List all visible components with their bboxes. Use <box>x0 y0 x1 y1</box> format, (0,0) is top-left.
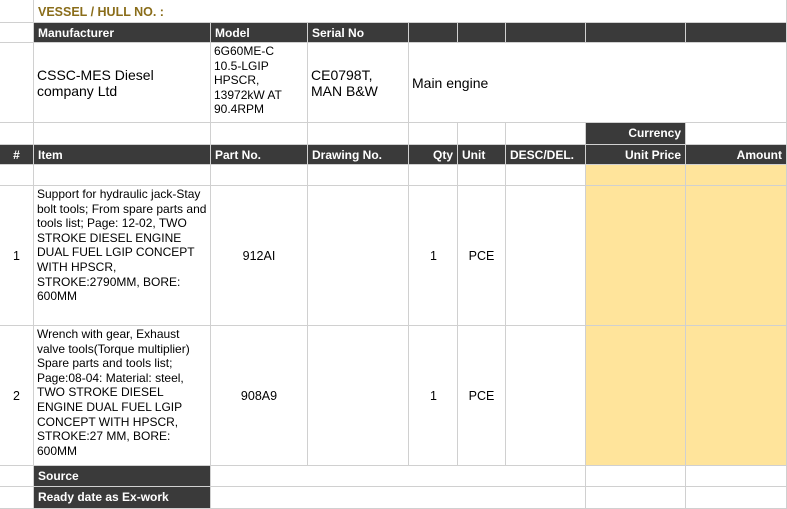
header-part-no[interactable]: Part No. <box>211 145 308 165</box>
cell-blank[interactable] <box>0 23 34 43</box>
row2-part-no[interactable]: 908A9 <box>211 326 308 466</box>
header-unit-price[interactable]: Unit Price <box>586 145 686 165</box>
row1-number[interactable]: 1 <box>0 186 34 326</box>
engine-manufacturer[interactable]: CSSC-MES Diesel company Ltd <box>34 43 211 123</box>
cell-blank[interactable] <box>34 123 211 145</box>
cell-blank[interactable] <box>0 466 34 487</box>
cell-blank[interactable] <box>0 165 34 186</box>
currency-label[interactable]: Currency <box>586 123 686 145</box>
engine-serial[interactable]: CE0798T, MAN B&W <box>308 43 409 123</box>
unit-price-cell[interactable] <box>586 165 686 186</box>
cell-blank[interactable] <box>211 165 308 186</box>
source-value[interactable] <box>211 466 586 487</box>
header-manufacturer[interactable]: Manufacturer <box>34 23 211 43</box>
cell-blank[interactable] <box>409 123 458 145</box>
header-unit[interactable]: Unit <box>458 145 506 165</box>
spreadsheet-grid: VESSEL / HULL NO. : Manufacturer Model S… <box>0 0 787 509</box>
header-blank[interactable] <box>409 23 458 43</box>
row2-unit-price[interactable] <box>586 326 686 466</box>
cell-blank[interactable] <box>586 487 686 509</box>
header-amount[interactable]: Amount <box>686 145 787 165</box>
row2-item[interactable]: Wrench with gear, Exhaust valve tools(To… <box>34 326 211 466</box>
ready-date-label[interactable]: Ready date as Ex-work <box>34 487 211 509</box>
cell-blank[interactable] <box>458 123 506 145</box>
cell-blank[interactable] <box>409 165 458 186</box>
cell-blank[interactable] <box>586 466 686 487</box>
header-model[interactable]: Model <box>211 23 308 43</box>
row2-number[interactable]: 2 <box>0 326 34 466</box>
header-serial[interactable]: Serial No <box>308 23 409 43</box>
row2-amount[interactable] <box>686 326 787 466</box>
amount-cell[interactable] <box>686 165 787 186</box>
header-blank[interactable] <box>506 23 586 43</box>
cell-blank[interactable] <box>506 165 586 186</box>
row2-qty[interactable]: 1 <box>409 326 458 466</box>
row1-desc-del[interactable] <box>506 186 586 326</box>
cell-blank[interactable] <box>0 43 34 123</box>
cell-blank[interactable] <box>0 123 34 145</box>
currency-value[interactable] <box>686 123 787 145</box>
header-drawing-no[interactable]: Drawing No. <box>308 145 409 165</box>
cell-blank[interactable] <box>34 165 211 186</box>
header-desc-del[interactable]: DESC/DEL. <box>506 145 586 165</box>
row2-unit[interactable]: PCE <box>458 326 506 466</box>
header-blank[interactable] <box>586 23 686 43</box>
engine-model[interactable]: 6G60ME-C 10.5-LGIP HPSCR, 13972kW AT 90.… <box>211 43 308 123</box>
row1-unit-price[interactable] <box>586 186 686 326</box>
header-number[interactable]: # <box>0 145 34 165</box>
row1-amount[interactable] <box>686 186 787 326</box>
header-blank[interactable] <box>686 23 787 43</box>
cell-blank[interactable] <box>308 165 409 186</box>
cell-blank[interactable] <box>0 0 34 23</box>
row1-qty[interactable]: 1 <box>409 186 458 326</box>
row1-item[interactable]: Support for hydraulic jack-Stay bolt too… <box>34 186 211 326</box>
row1-part-no[interactable]: 912AI <box>211 186 308 326</box>
header-qty[interactable]: Qty <box>409 145 458 165</box>
row1-drawing-no[interactable] <box>308 186 409 326</box>
header-item[interactable]: Item <box>34 145 211 165</box>
engine-type[interactable]: Main engine <box>409 43 787 123</box>
cell-blank[interactable] <box>686 487 787 509</box>
cell-blank[interactable] <box>211 123 308 145</box>
row2-desc-del[interactable] <box>506 326 586 466</box>
source-label[interactable]: Source <box>34 466 211 487</box>
ready-date-value[interactable] <box>211 487 586 509</box>
vessel-hull-label[interactable]: VESSEL / HULL NO. : <box>34 0 787 23</box>
cell-blank[interactable] <box>458 165 506 186</box>
cell-blank[interactable] <box>308 123 409 145</box>
cell-blank[interactable] <box>0 487 34 509</box>
cell-blank[interactable] <box>686 466 787 487</box>
cell-blank[interactable] <box>506 123 586 145</box>
row2-drawing-no[interactable] <box>308 326 409 466</box>
row1-unit[interactable]: PCE <box>458 186 506 326</box>
header-blank[interactable] <box>458 23 506 43</box>
